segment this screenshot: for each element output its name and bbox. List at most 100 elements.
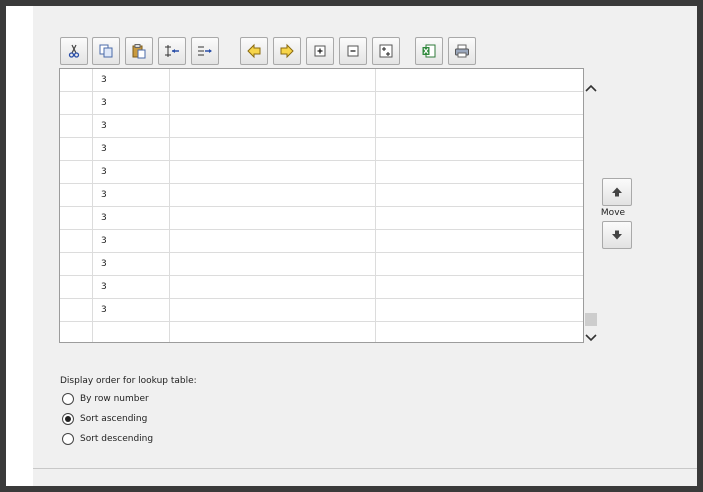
table-cell[interactable] bbox=[376, 92, 583, 114]
table-row[interactable]: 3 bbox=[60, 276, 583, 299]
table-cell[interactable] bbox=[170, 92, 376, 114]
radio-sort-descending[interactable]: Sort descending bbox=[62, 432, 153, 446]
table-cell[interactable] bbox=[376, 299, 583, 321]
table-cell[interactable] bbox=[376, 253, 583, 275]
row-header-cell[interactable] bbox=[60, 161, 93, 183]
expand-all-icon bbox=[379, 44, 393, 58]
radio-by-row-number[interactable]: By row number bbox=[62, 392, 149, 406]
table-row[interactable]: 3 bbox=[60, 299, 583, 322]
row-header-cell[interactable] bbox=[60, 276, 93, 298]
insert-row-before-icon bbox=[165, 45, 179, 57]
table-row[interactable]: 3 bbox=[60, 207, 583, 230]
radio-circle[interactable] bbox=[62, 433, 74, 445]
table-cell[interactable] bbox=[170, 184, 376, 206]
table-cell[interactable] bbox=[376, 115, 583, 137]
table-cell[interactable] bbox=[376, 69, 583, 91]
row-header-cell[interactable] bbox=[60, 230, 93, 252]
row-header-cell[interactable] bbox=[60, 92, 93, 114]
scroll-down-button[interactable] bbox=[584, 330, 598, 344]
table-row[interactable] bbox=[60, 322, 583, 342]
arrow-up-icon bbox=[612, 187, 622, 197]
table-cell[interactable] bbox=[170, 138, 376, 160]
table-cell[interactable] bbox=[376, 161, 583, 183]
radio-circle[interactable] bbox=[62, 413, 74, 425]
table-row[interactable]: 3 bbox=[60, 92, 583, 115]
table-cell[interactable] bbox=[170, 299, 376, 321]
excel-icon bbox=[422, 44, 436, 58]
table-cell[interactable] bbox=[376, 184, 583, 206]
row-header-cell[interactable] bbox=[60, 115, 93, 137]
expand-all-button[interactable] bbox=[372, 37, 400, 65]
row-header-cell[interactable] bbox=[60, 207, 93, 229]
table-row[interactable]: 3 bbox=[60, 184, 583, 207]
insert-after-button[interactable] bbox=[191, 37, 219, 65]
table-cell[interactable] bbox=[170, 276, 376, 298]
scroll-up-button[interactable] bbox=[584, 82, 598, 96]
table-row[interactable]: 3 bbox=[60, 138, 583, 161]
table-cell[interactable]: 3 bbox=[93, 276, 170, 298]
arrow-left-icon bbox=[247, 43, 261, 59]
table-cell[interactable] bbox=[376, 276, 583, 298]
left-strip bbox=[6, 6, 33, 486]
move-left-button[interactable] bbox=[240, 37, 268, 65]
export-excel-button[interactable] bbox=[415, 37, 443, 65]
row-header-cell[interactable] bbox=[60, 184, 93, 206]
table-cell[interactable] bbox=[170, 322, 376, 342]
table-cell[interactable] bbox=[170, 69, 376, 91]
table-cell[interactable] bbox=[170, 115, 376, 137]
table-cell[interactable] bbox=[170, 253, 376, 275]
table-cell[interactable] bbox=[376, 207, 583, 229]
lookup-table-panel: 33333333333 Move Display order for looku… bbox=[6, 6, 697, 486]
copy-button[interactable] bbox=[92, 37, 120, 65]
table-cell[interactable]: 3 bbox=[93, 184, 170, 206]
move-label: Move bbox=[600, 208, 626, 218]
copy-icon bbox=[99, 44, 113, 58]
table-cell[interactable] bbox=[170, 230, 376, 252]
radio-label: Sort ascending bbox=[80, 414, 148, 424]
table-row[interactable]: 3 bbox=[60, 230, 583, 253]
radio-circle[interactable] bbox=[62, 393, 74, 405]
table-row[interactable]: 3 bbox=[60, 161, 583, 184]
move-down-button[interactable] bbox=[602, 221, 632, 249]
collapse-button[interactable] bbox=[339, 37, 367, 65]
table-row[interactable]: 3 bbox=[60, 69, 583, 92]
table-cell[interactable]: 3 bbox=[93, 138, 170, 160]
expand-icon bbox=[314, 45, 326, 57]
move-up-button[interactable] bbox=[602, 178, 632, 206]
row-header-cell[interactable] bbox=[60, 299, 93, 321]
table-cell[interactable]: 3 bbox=[93, 253, 170, 275]
expand-button[interactable] bbox=[306, 37, 334, 65]
table-cell[interactable] bbox=[93, 322, 170, 342]
table-cell[interactable]: 3 bbox=[93, 230, 170, 252]
table-cell[interactable] bbox=[376, 138, 583, 160]
scrollbar-thumb[interactable] bbox=[585, 313, 597, 326]
table-cell[interactable]: 3 bbox=[93, 207, 170, 229]
table-cell[interactable] bbox=[170, 207, 376, 229]
paste-icon bbox=[132, 44, 146, 59]
table-cell[interactable]: 3 bbox=[93, 161, 170, 183]
row-header-cell[interactable] bbox=[60, 253, 93, 275]
lookup-table-grid[interactable]: 33333333333 bbox=[59, 68, 584, 343]
table-row[interactable]: 3 bbox=[60, 115, 583, 138]
table-cell[interactable] bbox=[170, 161, 376, 183]
paste-button[interactable] bbox=[125, 37, 153, 65]
table-cell[interactable] bbox=[376, 230, 583, 252]
arrow-right-icon bbox=[280, 43, 294, 59]
collapse-icon bbox=[347, 45, 359, 57]
row-header-cell[interactable] bbox=[60, 69, 93, 91]
move-right-button[interactable] bbox=[273, 37, 301, 65]
display-order-label: Display order for lookup table: bbox=[60, 376, 197, 386]
table-row[interactable]: 3 bbox=[60, 253, 583, 276]
cut-button[interactable] bbox=[60, 37, 88, 65]
insert-before-button[interactable] bbox=[158, 37, 186, 65]
print-button[interactable] bbox=[448, 37, 476, 65]
table-cell[interactable]: 3 bbox=[93, 92, 170, 114]
table-cell[interactable]: 3 bbox=[93, 115, 170, 137]
table-cell[interactable]: 3 bbox=[93, 299, 170, 321]
row-header-cell[interactable] bbox=[60, 138, 93, 160]
table-cell[interactable] bbox=[376, 322, 583, 342]
bottom-divider bbox=[33, 468, 697, 469]
table-cell[interactable]: 3 bbox=[93, 69, 170, 91]
radio-sort-ascending[interactable]: Sort ascending bbox=[62, 412, 147, 426]
row-header-cell[interactable] bbox=[60, 322, 93, 342]
